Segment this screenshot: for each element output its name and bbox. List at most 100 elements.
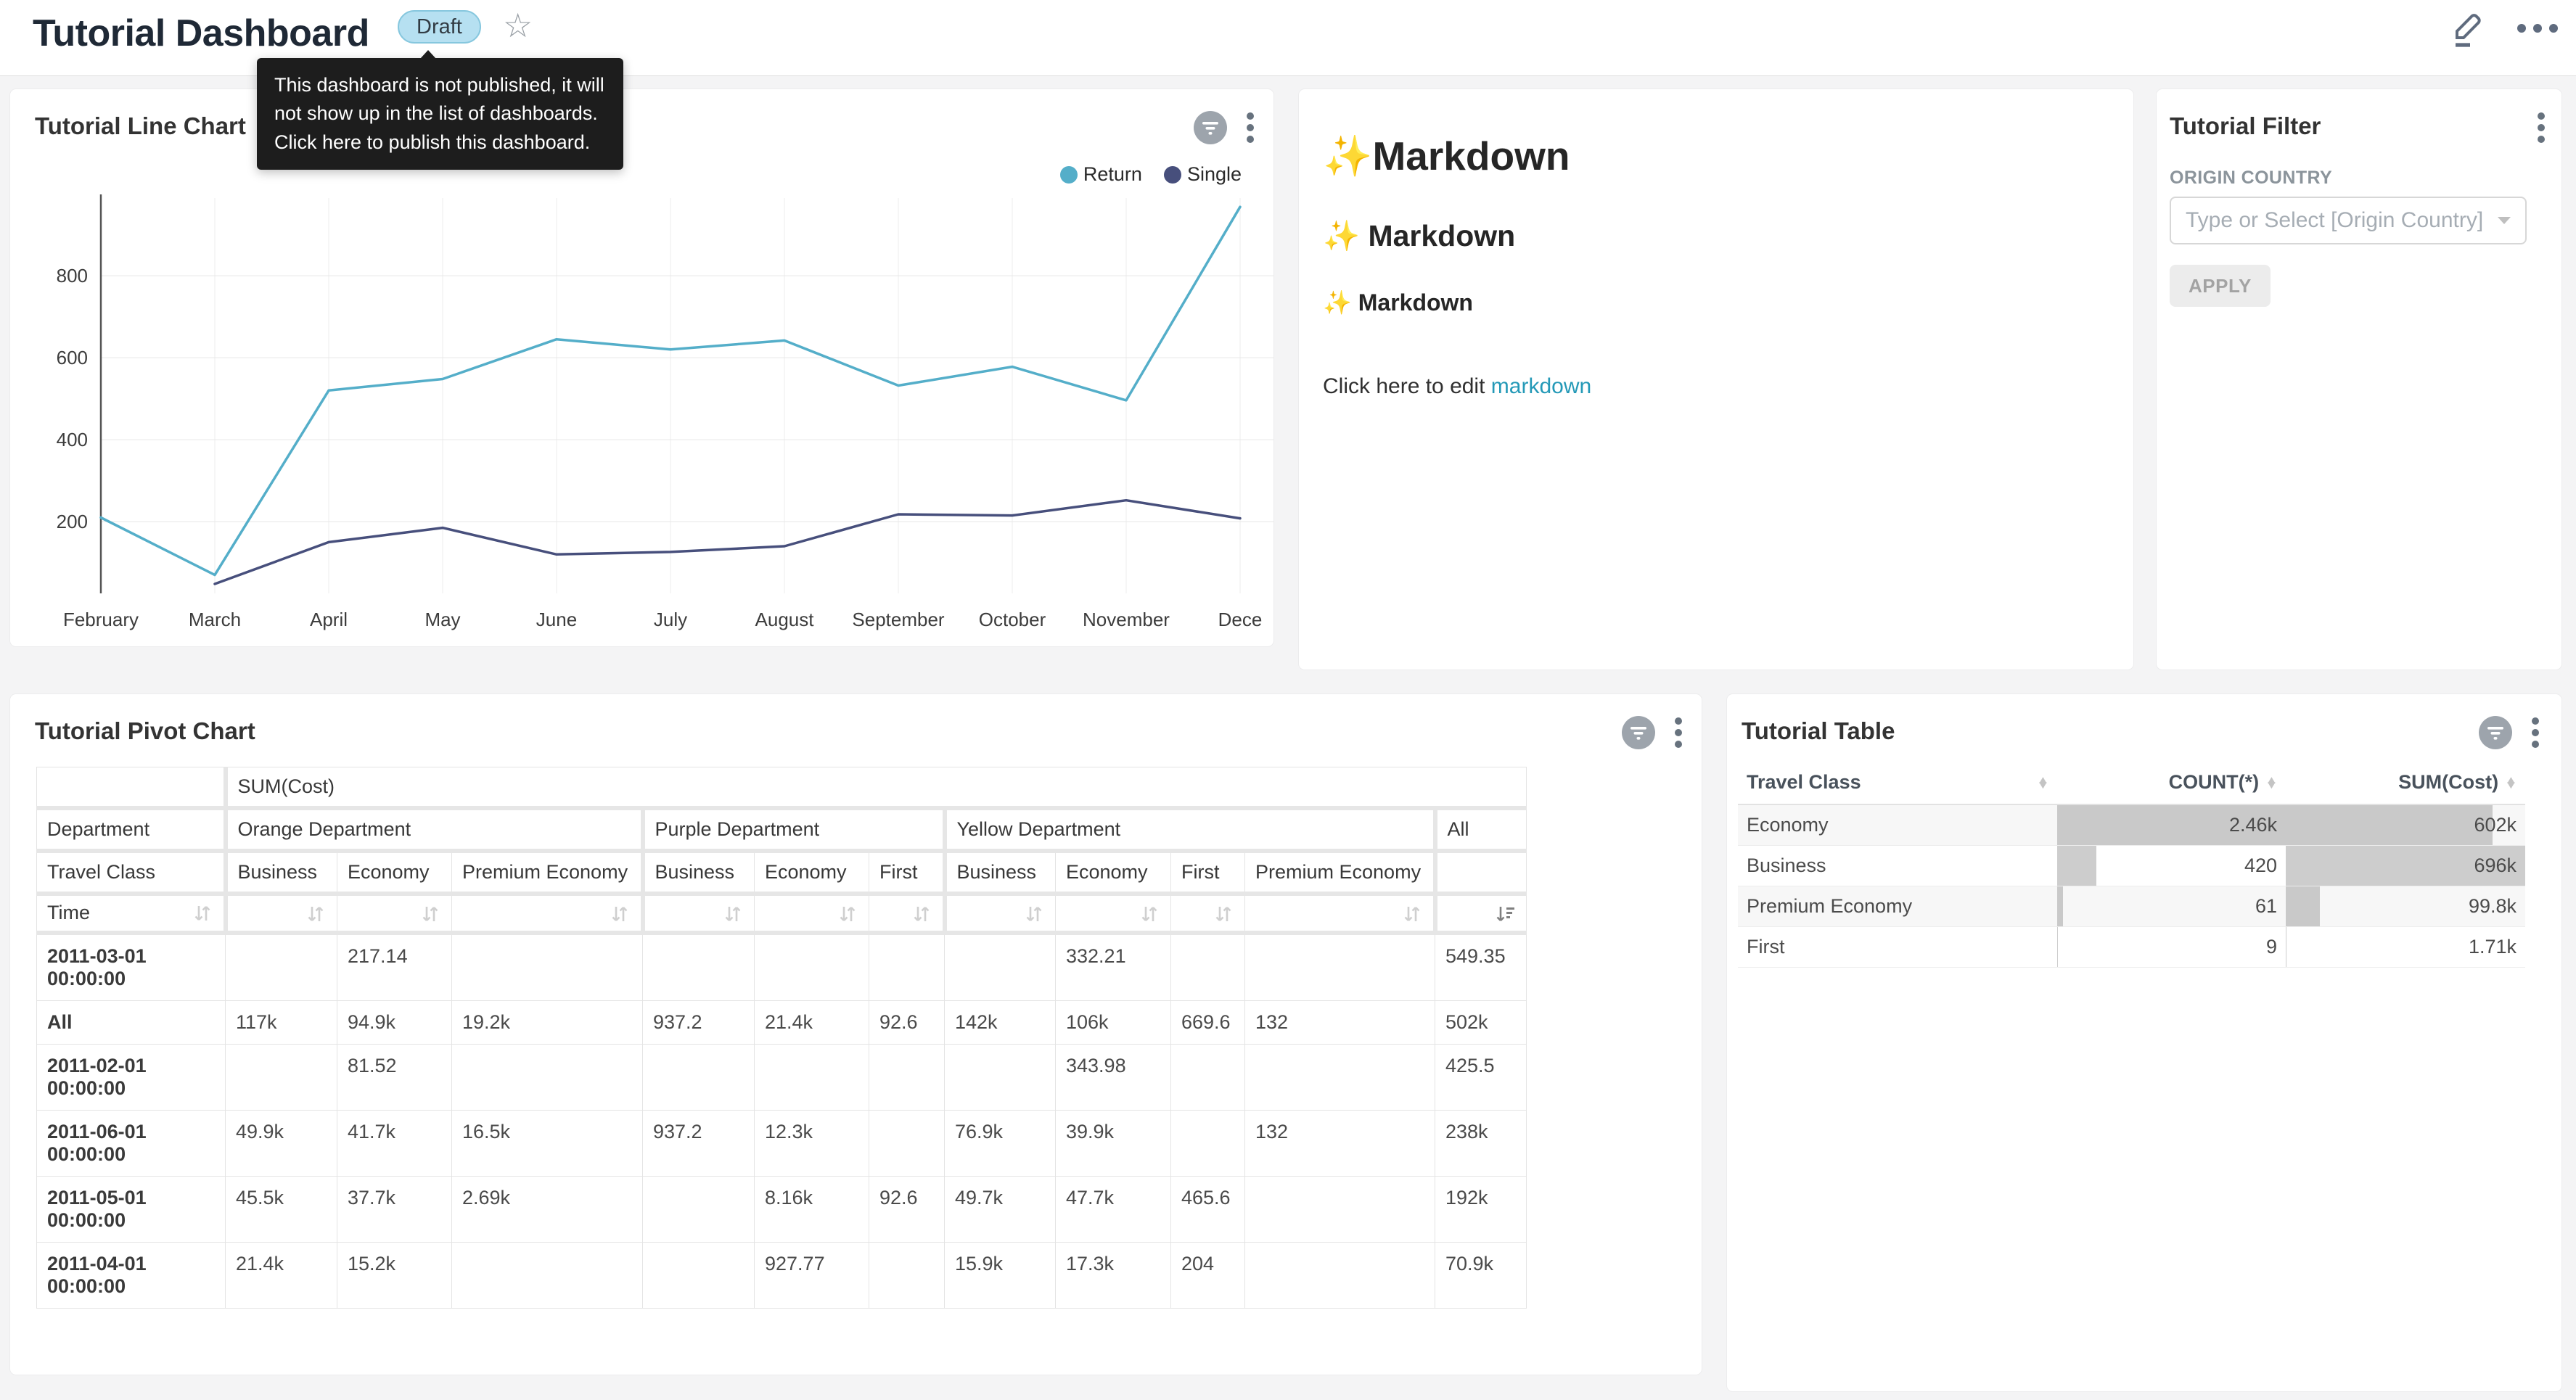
pivot-cell: [869, 1110, 945, 1176]
sort-desc-active-icon[interactable]: [1494, 903, 1516, 925]
kebab-menu-icon[interactable]: [2537, 111, 2546, 148]
pivot-cell: [755, 933, 869, 1001]
table-row[interactable]: Premium Economy 61 99.8k: [1738, 886, 2525, 926]
cell-travel-class: First: [1738, 926, 2057, 967]
cell-count: 2.46k: [2057, 804, 2286, 845]
pivot-col-header: [1435, 851, 1527, 894]
pivot-cell: 15.2k: [337, 1242, 452, 1308]
sort-inactive-icon[interactable]: [911, 903, 932, 925]
sort-inactive-icon[interactable]: [192, 902, 213, 924]
pivot-col-header: Premium Economy: [452, 851, 643, 894]
draft-badge-label: Draft: [417, 15, 462, 39]
filter-badge-icon[interactable]: [1622, 716, 1655, 753]
col-header-travel-class[interactable]: Travel Class▲▼: [1738, 761, 2057, 804]
table-row[interactable]: First 9 1.71k: [1738, 926, 2525, 967]
markdown-panel: ✨Markdown ✨ Markdown ✨ Markdown Click he…: [1299, 89, 2133, 670]
pivot-cell: [643, 933, 755, 1001]
more-horizontal-icon[interactable]: [2515, 21, 2560, 39]
filter-badge-icon[interactable]: [2479, 716, 2512, 753]
kebab-menu-icon[interactable]: [2531, 716, 2540, 753]
caret-sort-icon[interactable]: ▲▼: [2037, 777, 2050, 788]
pivot-cell: [643, 1044, 755, 1110]
svg-text:March: March: [189, 609, 241, 630]
pivot-cell: 332.21: [1056, 933, 1171, 1001]
sort-inactive-icon[interactable]: [1139, 903, 1160, 925]
pivot-row-label: 2011-02-01 00:00:00: [37, 1044, 226, 1110]
pivot-cell: 132: [1245, 1110, 1435, 1176]
favorite-star-icon[interactable]: ☆: [503, 6, 533, 45]
pivot-col-header: Business: [643, 851, 755, 894]
pivot-row-dim: Department: [37, 808, 226, 851]
pivot-header-row: SUM(Cost): [37, 767, 1527, 809]
pivot-cell: 192k: [1435, 1176, 1527, 1242]
pivot-cell: 49.7k: [945, 1176, 1056, 1242]
pivot-cell: 37.7k: [337, 1176, 452, 1242]
line-chart[interactable]: 200400600800FebruaryMarchAprilMayJuneJul…: [10, 89, 1273, 646]
markdown-paragraph: Click here to edit markdown: [1323, 374, 2112, 399]
pivot-col-header: Economy: [337, 851, 452, 894]
sort-inactive-icon[interactable]: [305, 903, 327, 925]
pivot-row-label: 2011-05-01 00:00:00: [37, 1176, 226, 1242]
pivot-col-header: Economy: [1056, 851, 1171, 894]
pivot-chart-panel: Tutorial Pivot Chart SUM(Cost)Department…: [10, 694, 1702, 1375]
pivot-cell: [755, 1044, 869, 1110]
table-header-row: Travel Class▲▼ COUNT(*)▲▼ SUM(Cost)▲▼: [1738, 761, 2525, 804]
pivot-cell: 549.35: [1435, 933, 1527, 1001]
table-title: Tutorial Table: [1742, 717, 1895, 745]
svg-text:August: August: [755, 609, 815, 630]
kebab-menu-icon[interactable]: [1674, 716, 1683, 753]
pivot-cell: 937.2: [643, 1000, 755, 1044]
sort-inactive-icon[interactable]: [1401, 903, 1423, 925]
markdown-h3: ✨ Markdown: [1323, 289, 2112, 316]
pivot-cell: 15.9k: [945, 1242, 1056, 1308]
table-row[interactable]: Business 420 696k: [1738, 845, 2525, 886]
sort-inactive-icon[interactable]: [837, 903, 858, 925]
table-row[interactable]: Economy 2.46k 602k: [1738, 804, 2525, 845]
col-header-sum-cost[interactable]: SUM(Cost)▲▼: [2286, 761, 2525, 804]
edit-pencil-icon[interactable]: [2450, 7, 2487, 53]
pivot-data-row: 2011-04-01 00:00:0021.4k15.2k927.7715.9k…: [37, 1242, 1527, 1308]
pivot-cell: 106k: [1056, 1000, 1171, 1044]
cell-count: 9: [2057, 926, 2286, 967]
pivot-cell: 45.5k: [226, 1176, 337, 1242]
caret-sort-icon[interactable]: ▲▼: [2265, 777, 2278, 788]
sort-inactive-icon[interactable]: [1023, 903, 1045, 925]
draft-status-badge[interactable]: Draft: [398, 10, 481, 44]
apply-button[interactable]: APPLY: [2170, 265, 2271, 307]
cell-sum: 99.8k: [2286, 886, 2525, 926]
pivot-cell: 343.98: [1056, 1044, 1171, 1110]
col-header-count[interactable]: COUNT(*)▲▼: [2057, 761, 2286, 804]
markdown-h2: ✨ Markdown: [1323, 219, 2112, 254]
caret-sort-icon[interactable]: ▲▼: [2505, 777, 2518, 788]
pivot-cell: 21.4k: [755, 1000, 869, 1044]
pivot-cell: 19.2k: [452, 1000, 643, 1044]
sort-inactive-icon[interactable]: [609, 903, 631, 925]
svg-text:July: July: [654, 609, 687, 630]
svg-text:September: September: [852, 609, 945, 630]
markdown-link[interactable]: markdown: [1491, 374, 1591, 398]
pivot-col-header: Business: [226, 851, 337, 894]
pivot-cell: [1245, 1242, 1435, 1308]
pivot-cell: [1171, 1044, 1245, 1110]
pivot-data-row: 2011-05-01 00:00:0045.5k37.7k2.69k8.16k9…: [37, 1176, 1527, 1242]
origin-country-select[interactable]: Type or Select [Origin Country]: [2170, 197, 2527, 244]
pivot-row-label: 2011-04-01 00:00:00: [37, 1242, 226, 1308]
svg-text:June: June: [536, 609, 577, 630]
pivot-cell: [869, 1242, 945, 1308]
pivot-cell: [1245, 1176, 1435, 1242]
cell-travel-class: Economy: [1738, 804, 2057, 845]
cell-travel-class: Business: [1738, 845, 2057, 886]
line-chart-panel: Tutorial Line Chart ReturnSingle 2004006…: [10, 89, 1273, 646]
pivot-group-header: Orange Department: [226, 808, 643, 851]
pivot-data-row: 2011-06-01 00:00:0049.9k41.7k16.5k937.21…: [37, 1110, 1527, 1176]
pivot-cell: [452, 1242, 643, 1308]
sort-inactive-icon[interactable]: [722, 903, 744, 925]
pivot-time-label: Time: [47, 902, 90, 924]
sort-inactive-icon[interactable]: [1213, 903, 1234, 925]
pivot-header-row: DepartmentOrange DepartmentPurple Depart…: [37, 808, 1527, 851]
sort-inactive-icon[interactable]: [419, 903, 441, 925]
pivot-col-header: First: [869, 851, 945, 894]
pivot-cell: 39.9k: [1056, 1110, 1171, 1176]
pivot-group-header: Yellow Department: [945, 808, 1435, 851]
pivot-row-label: 2011-03-01 00:00:00: [37, 933, 226, 1001]
